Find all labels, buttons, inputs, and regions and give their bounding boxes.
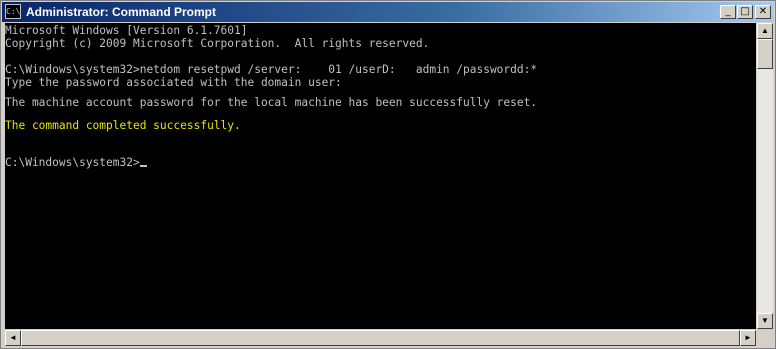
cmd-icon[interactable]: C:\ <box>5 4 21 19</box>
text-cursor <box>139 165 147 167</box>
scroll-left-button[interactable]: ◄ <box>5 330 21 346</box>
close-button[interactable]: ✕ <box>755 5 771 19</box>
console-line-prompt-password: Type the password associated with the do… <box>5 76 342 89</box>
horizontal-scroll-thumb[interactable] <box>21 330 740 346</box>
console-line-success: The command completed successfully. <box>5 119 241 132</box>
console-line-command: C:\Windows\system32>netdom resetpwd /ser… <box>5 63 538 76</box>
console-line-reset-result: The machine account password for the loc… <box>5 96 538 109</box>
vertical-scrollbar[interactable]: ▲ ▼ <box>757 23 773 329</box>
window-title: Administrator: Command Prompt <box>26 5 217 19</box>
console-prompt: C:\Windows\system32> <box>5 156 140 169</box>
maximize-button[interactable]: □ <box>737 5 753 19</box>
console-output[interactable]: Microsoft Windows [Version 6.1.7601] Cop… <box>5 23 756 329</box>
vertical-scroll-thumb[interactable] <box>757 39 773 69</box>
size-grip[interactable] <box>757 330 773 346</box>
scroll-right-button[interactable]: ► <box>740 330 756 346</box>
command-prompt-window: C:\ Administrator: Command Prompt _ □ ✕ … <box>0 0 776 349</box>
console-line-copyright: Copyright (c) 2009 Microsoft Corporation… <box>5 37 430 50</box>
console-line-version: Microsoft Windows [Version 6.1.7601] <box>5 24 248 37</box>
horizontal-scrollbar[interactable]: ◄ ► <box>5 330 756 346</box>
title-bar[interactable]: C:\ Administrator: Command Prompt _ □ ✕ <box>2 2 774 22</box>
console-prompt-line[interactable]: C:\Windows\system32> <box>5 156 147 169</box>
scroll-down-button[interactable]: ▼ <box>757 313 773 329</box>
scroll-up-button[interactable]: ▲ <box>757 23 773 39</box>
minimize-button[interactable]: _ <box>720 5 736 19</box>
